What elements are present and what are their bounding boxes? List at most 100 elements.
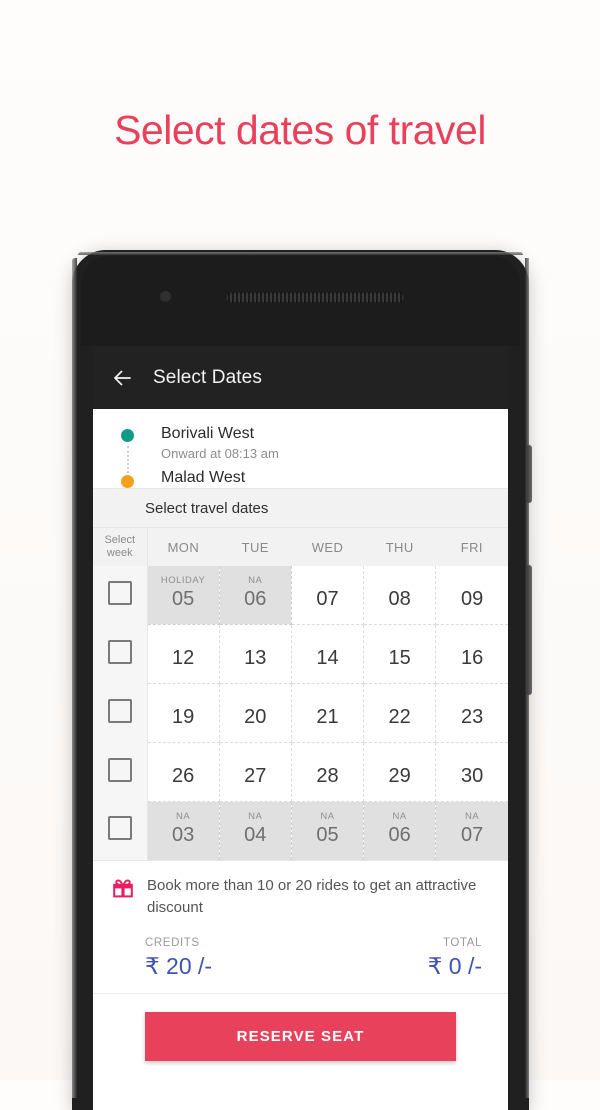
calendar-day-tag — [437, 752, 507, 763]
calendar-day-cell[interactable]: 13 — [219, 624, 292, 684]
select-week-header-line1: Select — [104, 534, 136, 546]
volume-button[interactable] — [527, 565, 532, 695]
front-camera-icon — [159, 289, 172, 302]
day-header-fri: FRI — [435, 528, 508, 566]
calendar-day-tag — [293, 575, 362, 586]
fare-summary: CREDITS ₹ 20 /- TOTAL ₹ 0 /- — [93, 929, 508, 994]
calendar-day-cell-disabled: NA 06 — [363, 801, 437, 860]
route-texts: Borivali West Onward at 08:13 am Malad W… — [161, 424, 508, 488]
calendar-week-row: 12 13 14 15 16 — [93, 624, 508, 684]
week-checkbox[interactable] — [107, 757, 132, 782]
calendar-day-number: 06 — [244, 587, 267, 610]
calendar-day-tag: NA — [465, 810, 480, 822]
calendar-day-tag — [437, 575, 507, 586]
calendar-day-number: 05 — [316, 823, 339, 846]
route-summary: Borivali West Onward at 08:13 am Malad W… — [93, 409, 508, 489]
calendar-day-cell[interactable]: 15 — [363, 624, 437, 684]
device-left-edge — [72, 258, 77, 1098]
calendar-day-number: 04 — [244, 823, 267, 846]
cta-container: RESERVE SEAT — [93, 994, 508, 1061]
day-header-mon: MON — [147, 528, 220, 566]
select-week-cell[interactable] — [93, 742, 148, 802]
calendar-day-number: 26 — [171, 764, 195, 787]
calendar-day-number: 16 — [461, 646, 484, 669]
route-departure-time: Onward at 08:13 am — [161, 446, 279, 461]
calendar-day-number: 27 — [244, 764, 267, 787]
calendar-day-cell[interactable]: 14 — [291, 624, 365, 684]
calendar-day-cell[interactable]: 12 — [147, 624, 220, 684]
calendar-day-cell[interactable]: 26 — [147, 742, 220, 802]
reserve-seat-button[interactable]: RESERVE SEAT — [145, 1012, 456, 1061]
calendar-day-number: 05 — [171, 587, 195, 610]
select-week-cell[interactable] — [93, 801, 148, 860]
select-week-header-line2: week — [106, 547, 133, 559]
calendar-day-cell[interactable]: 29 — [363, 742, 437, 802]
phone-screen: Select Dates Borivali West Onward at 08:… — [93, 346, 508, 1110]
calendar-day-cell-disabled: HOLIDAY 05 — [147, 566, 220, 625]
calendar-day-number: 03 — [171, 823, 195, 846]
week-checkbox[interactable] — [107, 698, 132, 723]
route-rail — [121, 429, 135, 489]
calendar-day-number: 07 — [461, 823, 484, 846]
calendar-week-row: NA 03 NA 04 NA 05 NA 06 NA 07 — [93, 801, 508, 860]
calendar-section-title: Select travel dates — [93, 489, 508, 528]
calendar-week-row: 19 20 21 22 23 — [93, 683, 508, 743]
calendar-body: HOLIDAY 05 NA 06 07 08 09 12 13 14 15 16 19 20 21 22 23 2… — [93, 566, 508, 860]
calendar-day-tag — [293, 693, 362, 704]
week-checkbox[interactable] — [107, 816, 132, 841]
calendar-day-number: 22 — [388, 705, 411, 728]
calendar-day-number: 30 — [461, 764, 484, 787]
day-header-thu: THU — [363, 528, 436, 566]
credits-value: ₹ 20 /- — [145, 953, 213, 979]
calendar-day-tag — [221, 752, 290, 763]
calendar-day-cell[interactable]: 07 — [291, 566, 365, 625]
calendar-day-cell[interactable]: 28 — [291, 742, 365, 802]
calendar-day-cell-disabled: NA 06 — [219, 566, 292, 625]
calendar-day-tag — [221, 693, 290, 704]
select-week-cell[interactable] — [93, 566, 148, 625]
calendar-day-tag: NA — [320, 810, 335, 822]
calendar-day-tag — [365, 634, 434, 645]
calendar-day-cell[interactable]: 27 — [219, 742, 292, 802]
day-header-tue: TUE — [219, 528, 292, 566]
week-checkbox[interactable] — [107, 580, 132, 605]
calendar-day-tag — [437, 634, 507, 645]
calendar-day-cell[interactable]: 08 — [363, 566, 437, 625]
calendar-day-tag — [365, 575, 434, 586]
calendar-day-number: 13 — [244, 646, 267, 669]
calendar-day-number: 19 — [171, 705, 195, 728]
select-week-cell[interactable] — [93, 624, 148, 684]
route-destination: Malad West — [161, 469, 246, 486]
calendar-day-cell-disabled: NA 03 — [147, 801, 220, 860]
calendar-day-tag: NA — [248, 810, 263, 822]
calendar-day-cell[interactable]: 30 — [435, 742, 508, 802]
calendar-day-cell[interactable]: 23 — [435, 683, 508, 743]
calendar-day-cell[interactable]: 20 — [219, 683, 292, 743]
destination-dot-icon — [121, 475, 134, 488]
calendar-day-number: 14 — [316, 646, 339, 669]
phone-device-frame: Select Dates Borivali West Onward at 08:… — [72, 250, 532, 1110]
calendar-day-tag — [149, 634, 218, 645]
calendar-day-cell[interactable]: 22 — [363, 683, 437, 743]
discount-offer-text: Book more than 10 or 20 rides to get an … — [147, 877, 477, 916]
calendar-day-cell[interactable]: 21 — [291, 683, 365, 743]
calendar-day-tag — [149, 693, 218, 704]
total-label: TOTAL — [443, 937, 482, 949]
calendar-day-cell[interactable]: 16 — [435, 624, 508, 684]
calendar-day-tag: NA — [248, 574, 263, 586]
arrow-left-icon[interactable] — [109, 365, 135, 391]
calendar-day-number: 12 — [171, 646, 195, 669]
power-button[interactable] — [527, 445, 532, 503]
route-connector-line — [127, 446, 130, 473]
calendar-day-tag — [293, 752, 362, 763]
calendar-day-number: 08 — [388, 587, 411, 610]
week-checkbox[interactable] — [107, 639, 132, 664]
calendar-day-cell[interactable]: 19 — [147, 683, 220, 743]
calendar-day-number: 15 — [388, 646, 411, 669]
calendar-day-tag: NA — [175, 810, 191, 822]
calendar-day-number: 20 — [244, 705, 267, 728]
calendar-day-tag — [365, 693, 434, 704]
select-week-cell[interactable] — [93, 683, 148, 743]
calendar-day-cell[interactable]: 09 — [435, 566, 508, 625]
app-bar-title: Select Dates — [153, 366, 262, 388]
